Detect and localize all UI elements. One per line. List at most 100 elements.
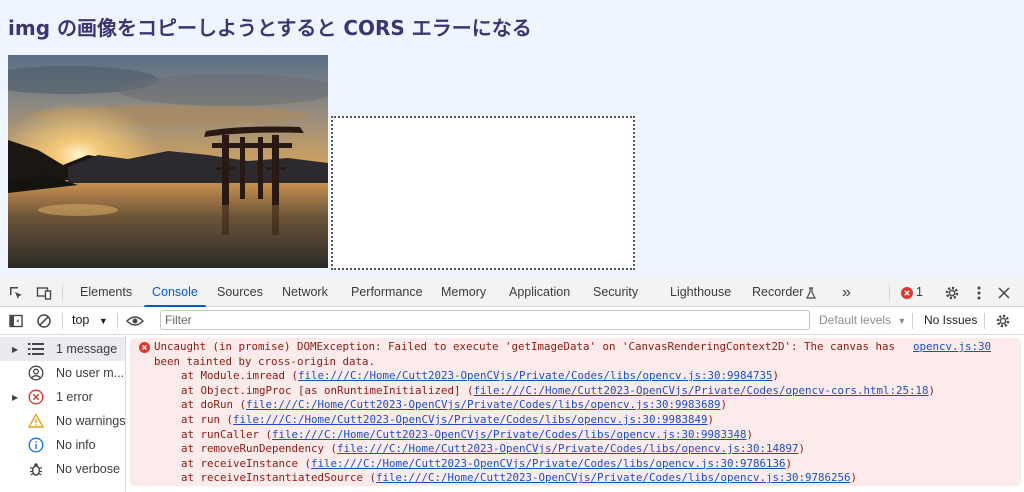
- stack-frame-link[interactable]: file:///C:/Home/Cutt2023-OpenCVjs/Privat…: [311, 457, 786, 470]
- settings-gear-icon[interactable]: [943, 278, 961, 307]
- sidebar-item-label: 1 error: [56, 390, 93, 404]
- tab-recorder[interactable]: Recorder: [752, 278, 803, 307]
- error-text-line: Uncaught (in promise) DOMException: Fail…: [154, 340, 1015, 355]
- error-icon: [139, 342, 150, 358]
- stack-frame-suffix: ): [707, 412, 715, 426]
- sidebar-item-errors[interactable]: ▶ 1 error: [0, 385, 125, 409]
- sidebar-item-warnings[interactable]: No warnings: [0, 409, 125, 433]
- stack-frame: at receiveInstance (file:///C:/Home/Cutt…: [154, 457, 1015, 472]
- stack-frame-function: at runCaller (: [181, 427, 273, 441]
- error-text: Uncaught (in promise) DOMException: Fail…: [154, 340, 902, 353]
- inspect-element-icon[interactable]: [7, 278, 25, 307]
- devtools-tab-bar: Elements Console Sources Network Perform…: [0, 278, 1024, 307]
- sidebar-item-label: No verbose: [56, 462, 120, 476]
- user-icon: [28, 365, 44, 381]
- levels-dropdown-icon: ▼: [897, 316, 907, 326]
- stack-frame-suffix: ): [785, 456, 793, 470]
- stack-frame-link[interactable]: file:///C:/Home/Cutt2023-OpenCVjs/Privat…: [474, 384, 929, 397]
- tab-separator: [889, 285, 890, 301]
- device-toolbar-icon[interactable]: [35, 278, 53, 307]
- stack-frame-function: at run (: [181, 412, 234, 426]
- stack-frame-suffix: ): [772, 369, 780, 383]
- console-messages: Uncaught (in promise) DOMException: Fail…: [127, 336, 1024, 492]
- stack-frame-link[interactable]: file:///C:/Home/Cutt2023-OpenCVjs/Privat…: [233, 413, 708, 426]
- sidebar-item-label: 1 message: [56, 342, 118, 356]
- stack-frame-suffix: ): [850, 471, 858, 485]
- sidebar-item-user-messages[interactable]: No user m...: [0, 361, 125, 385]
- console-error-message[interactable]: Uncaught (in promise) DOMException: Fail…: [130, 338, 1021, 486]
- stack-frame-suffix: ): [928, 383, 936, 397]
- sidebar-item-info[interactable]: No info: [0, 433, 125, 457]
- stack-frame-function: at receiveInstantiatedSource (: [181, 471, 377, 485]
- tab-application[interactable]: Application: [509, 278, 570, 307]
- console-filter-input[interactable]: [160, 310, 810, 330]
- flask-icon: [804, 278, 818, 307]
- stack-frame-function: at doRun (: [181, 398, 247, 412]
- log-levels-dropdown[interactable]: Default levels ▼: [819, 307, 906, 334]
- sidebar-item-label: No info: [56, 438, 96, 452]
- tab-network[interactable]: Network: [282, 278, 328, 307]
- toolbar-separator: [984, 313, 985, 329]
- tab-console[interactable]: Console: [144, 278, 206, 307]
- stack-frame: at receiveInstantiatedSource (file:///C:…: [154, 471, 1015, 486]
- error-text-continued: been tainted by cross-origin data.: [154, 354, 376, 368]
- sidebar-toggle-icon[interactable]: [7, 307, 25, 334]
- stack-frame: at runCaller (file:///C:/Home/Cutt2023-O…: [154, 428, 1015, 443]
- issues-button[interactable]: No Issues: [924, 307, 977, 334]
- console-settings-gear-icon[interactable]: [994, 307, 1012, 334]
- stack-frame: at Module.imread (file:///C:/Home/Cutt20…: [154, 369, 1015, 384]
- stack-frame-link[interactable]: file:///C:/Home/Cutt2023-OpenCVjs/Privat…: [337, 442, 799, 455]
- more-options-icon[interactable]: [972, 278, 986, 307]
- tab-sources[interactable]: Sources: [217, 278, 263, 307]
- list-icon: [28, 341, 44, 357]
- info-icon: [28, 437, 44, 453]
- stack-frame-link[interactable]: file:///C:/Home/Cutt2023-OpenCVjs/Privat…: [376, 471, 851, 484]
- page-title: img の画像をコピーしようとすると CORS エラーになる: [8, 16, 532, 40]
- bug-icon: [28, 461, 44, 477]
- tab-elements[interactable]: Elements: [80, 278, 132, 307]
- stack-frame: at run (file:///C:/Home/Cutt2023-OpenCVj…: [154, 413, 1015, 428]
- expand-caret-icon[interactable]: ▶: [12, 393, 18, 402]
- toolbar-separator: [62, 313, 63, 329]
- stack-frame: at doRun (file:///C:/Home/Cutt2023-OpenC…: [154, 398, 1015, 413]
- tab-security[interactable]: Security: [593, 278, 638, 307]
- stack-frame-function: at Module.imread (: [181, 369, 299, 383]
- stack-frame-suffix: ): [720, 398, 728, 412]
- output-canvas: [331, 116, 635, 270]
- live-expression-eye-icon[interactable]: [124, 307, 146, 334]
- devtools-panel: Elements Console Sources Network Perform…: [0, 278, 1024, 492]
- clear-console-icon[interactable]: [35, 307, 53, 334]
- error-icon: [28, 389, 44, 405]
- context-selector-value: top: [72, 313, 90, 327]
- tab-lighthouse[interactable]: Lighthouse: [670, 278, 731, 307]
- stack-frame-link[interactable]: file:///C:/Home/Cutt2023-OpenCVjs/Privat…: [246, 398, 721, 411]
- web-page: img の画像をコピーしようとすると CORS エラーになる: [0, 0, 1024, 278]
- stack-frame-suffix: ): [798, 442, 806, 456]
- tab-memory[interactable]: Memory: [441, 278, 486, 307]
- tab-performance[interactable]: Performance: [351, 278, 423, 307]
- stack-frame: at removeRunDependency (file:///C:/Home/…: [154, 442, 1015, 457]
- warning-icon: [28, 413, 44, 429]
- stack-frame-function: at receiveInstance (: [181, 456, 312, 470]
- error-count[interactable]: 1: [916, 278, 923, 307]
- sidebar-item-messages[interactable]: ▶ 1 message: [0, 337, 125, 361]
- stack-frame-suffix: ): [746, 427, 754, 441]
- console-sidebar: ▶ 1 message No user m... ▶ 1 error No wa…: [0, 336, 126, 492]
- more-tabs-button[interactable]: »: [842, 278, 851, 307]
- expand-caret-icon[interactable]: ▶: [12, 345, 18, 354]
- stack-frame-link[interactable]: file:///C:/Home/Cutt2023-OpenCVjs/Privat…: [298, 369, 773, 382]
- close-icon[interactable]: [996, 278, 1012, 307]
- stack-frame-link[interactable]: file:///C:/Home/Cutt2023-OpenCVjs/Privat…: [272, 428, 747, 441]
- error-source-link[interactable]: opencv.js:30: [913, 340, 991, 355]
- sidebar-item-verbose[interactable]: No verbose: [0, 457, 125, 481]
- error-count-icon[interactable]: [900, 278, 914, 307]
- console-toolbar: top ▼ Default levels ▼ No Issues: [0, 307, 1024, 335]
- sidebar-item-label: No warnings: [56, 414, 126, 428]
- stack-trace: at Module.imread (file:///C:/Home/Cutt20…: [154, 369, 1015, 486]
- context-dropdown-icon: ▼: [98, 316, 108, 326]
- tab-separator: [62, 285, 63, 301]
- stack-frame-function: at removeRunDependency (: [181, 442, 338, 456]
- toolbar-separator: [117, 313, 118, 329]
- context-selector[interactable]: top ▼: [72, 307, 108, 334]
- stack-frame: at Object.imgProc [as onRuntimeInitializ…: [154, 384, 1015, 399]
